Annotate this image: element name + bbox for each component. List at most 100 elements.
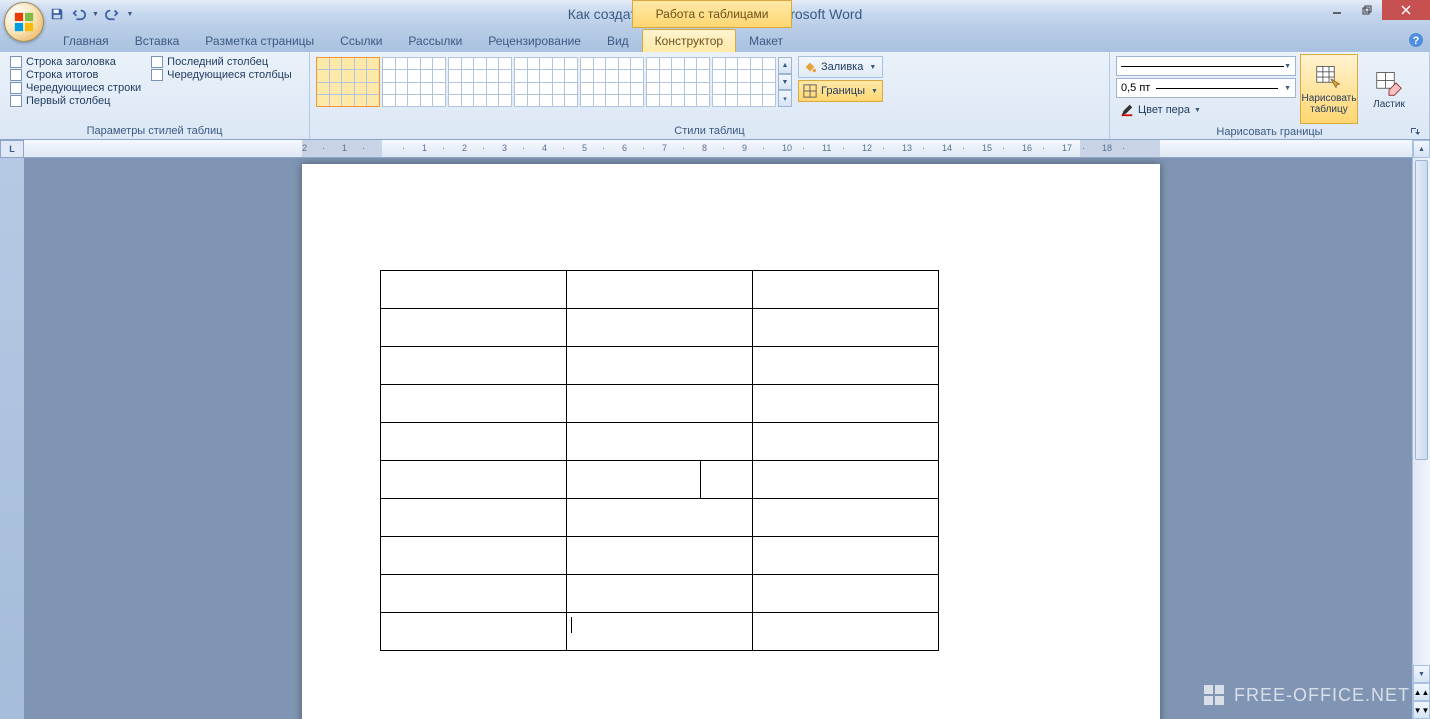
- table-cell[interactable]: [567, 461, 753, 499]
- line-style-combo[interactable]: ▼: [1116, 56, 1296, 76]
- paint-bucket-icon: [803, 60, 817, 74]
- redo-button[interactable]: [103, 5, 121, 23]
- shading-button[interactable]: Заливка▼: [798, 56, 883, 78]
- group-draw-borders: ▼ 0,5 пт▼ Цвет пера▼ Нарисовать таблицу …: [1110, 52, 1430, 139]
- table-cell[interactable]: [753, 309, 939, 347]
- tab-layout[interactable]: Макет: [736, 29, 796, 52]
- tab-references[interactable]: Ссылки: [327, 29, 395, 52]
- table-cell[interactable]: [753, 499, 939, 537]
- group-label-table-styles: Стили таблиц: [314, 123, 1105, 139]
- vertical-scrollbar[interactable]: ▲ ▼ ▲▲ ▼▼: [1412, 140, 1430, 719]
- svg-text:?: ?: [1413, 35, 1420, 47]
- tab-mailings[interactable]: Рассылки: [395, 29, 475, 52]
- table-style-thumb[interactable]: [448, 57, 512, 107]
- table-cell[interactable]: [381, 613, 567, 651]
- minimize-button[interactable]: [1322, 0, 1352, 20]
- scroll-up-button[interactable]: ▲: [1413, 140, 1430, 158]
- check-header-row[interactable]: Строка заголовка: [10, 56, 141, 68]
- tab-page-layout[interactable]: Разметка страницы: [192, 29, 327, 52]
- line-weight-combo[interactable]: 0,5 пт▼: [1116, 78, 1296, 98]
- pen-color-button[interactable]: Цвет пера▼: [1116, 100, 1296, 120]
- quick-access-toolbar: ▼ ▼: [48, 5, 135, 23]
- table-cell[interactable]: [567, 309, 753, 347]
- table-cell[interactable]: [567, 385, 753, 423]
- tab-design[interactable]: Конструктор: [642, 29, 736, 52]
- table-cell[interactable]: [381, 347, 567, 385]
- table-style-thumb[interactable]: [316, 57, 380, 107]
- table-style-thumb[interactable]: [646, 57, 710, 107]
- table-style-thumb[interactable]: [514, 57, 578, 107]
- window-controls: [1322, 0, 1430, 20]
- ruler-corner[interactable]: L: [0, 140, 24, 158]
- eraser-button[interactable]: Ластик: [1360, 54, 1418, 124]
- group-label-draw-borders: Нарисовать границы: [1114, 124, 1425, 140]
- office-button[interactable]: [4, 2, 44, 42]
- table-cell[interactable]: [567, 537, 753, 575]
- dialog-launcher-icon[interactable]: [1409, 126, 1421, 138]
- table-cell[interactable]: [381, 423, 567, 461]
- document-table[interactable]: [380, 270, 939, 651]
- table-cell[interactable]: [567, 347, 753, 385]
- table-cell[interactable]: [753, 537, 939, 575]
- prev-page-button[interactable]: ▲▲: [1413, 683, 1430, 701]
- tab-review[interactable]: Рецензирование: [475, 29, 594, 52]
- table-cell[interactable]: [567, 575, 753, 613]
- table-cell[interactable]: [567, 423, 753, 461]
- table-cell[interactable]: [567, 499, 753, 537]
- save-button[interactable]: [48, 5, 66, 23]
- check-banded-columns[interactable]: Чередующиеся столбцы: [151, 69, 292, 81]
- document-area[interactable]: [24, 158, 1430, 719]
- scroll-down-button[interactable]: ▼: [1413, 665, 1430, 683]
- table-cell[interactable]: [753, 347, 939, 385]
- gallery-scroll: ▲ ▼ ▾: [778, 57, 792, 107]
- ribbon-tabs: Главная Вставка Разметка страницы Ссылки…: [0, 28, 1430, 52]
- restore-button[interactable]: [1352, 0, 1382, 20]
- table-style-thumb[interactable]: [382, 57, 446, 107]
- check-banded-rows[interactable]: Чередующиеся строки: [10, 82, 141, 94]
- undo-button[interactable]: [70, 5, 88, 23]
- table-styles-gallery: ▲ ▼ ▾: [314, 54, 794, 110]
- table-style-thumb[interactable]: [580, 57, 644, 107]
- scroll-thumb[interactable]: [1415, 160, 1428, 460]
- table-cell[interactable]: [381, 309, 567, 347]
- draw-table-icon: [1315, 63, 1343, 91]
- borders-icon: [803, 84, 817, 98]
- check-first-column[interactable]: Первый столбец: [10, 95, 141, 107]
- table-cell[interactable]: [753, 271, 939, 309]
- check-last-column[interactable]: Последний столбец: [151, 56, 292, 68]
- page: [302, 164, 1160, 719]
- table-style-thumb[interactable]: [712, 57, 776, 107]
- table-cell[interactable]: [381, 271, 567, 309]
- table-cell[interactable]: [753, 461, 939, 499]
- gallery-scroll-down[interactable]: ▼: [778, 74, 792, 91]
- table-cell[interactable]: [381, 461, 567, 499]
- tab-home[interactable]: Главная: [50, 29, 122, 52]
- table-cell[interactable]: [567, 613, 753, 651]
- borders-button[interactable]: Границы▼: [798, 80, 883, 102]
- eraser-icon: [1375, 69, 1403, 97]
- table-cell[interactable]: [381, 499, 567, 537]
- table-cell[interactable]: [753, 575, 939, 613]
- check-total-row[interactable]: Строка итогов: [10, 69, 141, 81]
- gallery-more[interactable]: ▾: [778, 90, 792, 107]
- horizontal-ruler[interactable]: 2·1··1·2·3·4·5·6·7·8·9·10·11·12·13·14·15…: [24, 140, 1430, 158]
- table-cell[interactable]: [753, 613, 939, 651]
- table-cell[interactable]: [381, 385, 567, 423]
- table-cell[interactable]: [753, 385, 939, 423]
- gallery-scroll-up[interactable]: ▲: [778, 57, 792, 74]
- titlebar: ▼ ▼ Как создать таблицу в Ворде - Micros…: [0, 0, 1430, 28]
- next-page-button[interactable]: ▼▼: [1413, 701, 1430, 719]
- tab-view[interactable]: Вид: [594, 29, 642, 52]
- help-icon[interactable]: ?: [1408, 32, 1424, 48]
- ribbon: Строка заголовка Строка итогов Чередующи…: [0, 52, 1430, 140]
- table-cell[interactable]: [381, 537, 567, 575]
- table-cell[interactable]: [381, 575, 567, 613]
- table-cell[interactable]: [753, 423, 939, 461]
- qat-customize-dropdown[interactable]: ▼: [125, 5, 135, 23]
- close-button[interactable]: [1382, 0, 1430, 20]
- tab-insert[interactable]: Вставка: [122, 29, 193, 52]
- draw-table-button[interactable]: Нарисовать таблицу: [1300, 54, 1358, 124]
- table-cell[interactable]: [567, 271, 753, 309]
- undo-dropdown-icon[interactable]: ▼: [92, 11, 99, 18]
- workspace: L 12345678910 2·1··1·2·3·4·5·6·7·8·9·10·…: [0, 140, 1430, 719]
